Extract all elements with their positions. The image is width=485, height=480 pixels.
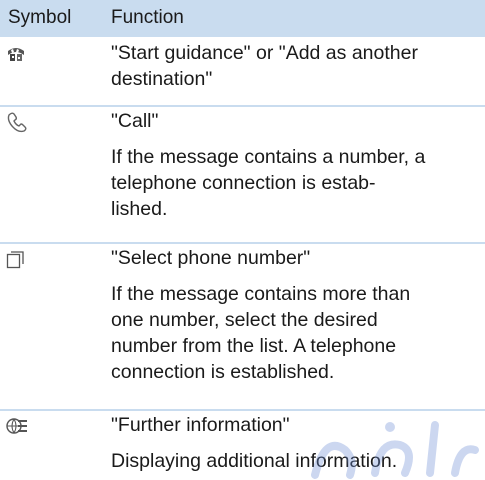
symbol-column-header: Symbol (8, 7, 72, 28)
function-description: number from the list. A telephone (111, 335, 397, 357)
function-title: "Select phone number" (111, 247, 311, 269)
table-row: "Start guidance" or "Add as another dest… (0, 40, 485, 104)
info-globe-icon (6, 418, 27, 434)
table-row: "Select phone number" If the message con… (0, 245, 485, 405)
function-column-header: Function (111, 7, 184, 28)
function-description: If the message contains more than (111, 283, 411, 305)
function-cell: "Call" If the message contains a number,… (111, 108, 481, 222)
watermark-logo (311, 421, 479, 479)
function-description: telephone connection is estab- (111, 172, 376, 194)
function-cell: "Select phone number" If the message con… (111, 245, 481, 385)
function-description: lished. (111, 198, 168, 220)
function-title: destination" (111, 68, 213, 90)
function-description: one number, select the desired (111, 309, 378, 331)
function-description: If the message contains a number, a (111, 146, 426, 168)
function-title: "Start guidance" or "Add as another (111, 42, 418, 64)
table-header: Symbol Function (0, 0, 485, 37)
table-row: "Call" If the message contains a number,… (0, 108, 485, 238)
function-title: "Call" (111, 110, 159, 132)
select-list-icon (6, 251, 24, 269)
row-divider (0, 242, 485, 244)
checkered-flag-icon (8, 48, 24, 61)
function-cell: "Start guidance" or "Add as another dest… (111, 40, 481, 92)
row-divider (0, 409, 485, 411)
function-description: connection is established. (111, 361, 335, 383)
phone-handset-icon (7, 112, 27, 133)
row-divider (0, 105, 485, 107)
